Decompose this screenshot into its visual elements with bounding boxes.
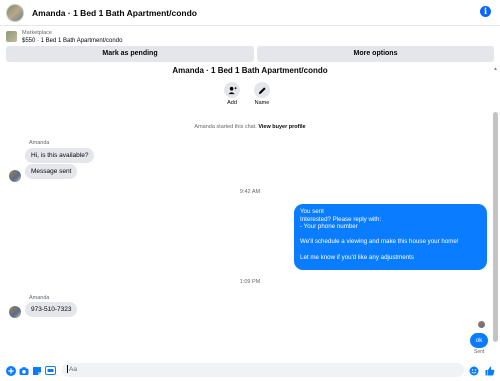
camera-icon[interactable] bbox=[18, 365, 29, 376]
chat-scrollbar[interactable] bbox=[493, 112, 498, 342]
outgoing-line: Let me know if you'd like any adjustment… bbox=[300, 253, 414, 261]
outgoing-message[interactable]: ok bbox=[470, 333, 488, 348]
plus-icon[interactable] bbox=[5, 365, 16, 376]
sender-avatar[interactable] bbox=[9, 170, 21, 182]
outgoing-line: Interested? Please reply with: bbox=[300, 215, 382, 223]
incoming-message[interactable]: Message sent bbox=[25, 164, 78, 179]
text-caret bbox=[67, 365, 68, 374]
timestamp: 1:09 PM bbox=[239, 279, 261, 285]
chat-started-notice: Amanda started this chat. View buyer pro… bbox=[0, 124, 500, 130]
outgoing-line: We'll schedule a viewing and make this h… bbox=[300, 238, 459, 246]
message-composer: Aa bbox=[0, 360, 500, 381]
timestamp: 9:42 AM bbox=[239, 189, 261, 195]
add-label: Add bbox=[227, 100, 237, 106]
add-person-icon bbox=[224, 82, 240, 98]
sender-name: Amanda bbox=[29, 140, 50, 146]
incoming-message[interactable]: 973-510-7323 bbox=[25, 302, 78, 317]
sender-name: Amanda bbox=[29, 295, 50, 301]
incoming-message[interactable]: Hi, is this available? bbox=[25, 148, 95, 163]
emoji-icon[interactable] bbox=[468, 365, 479, 376]
thumbs-up-icon[interactable] bbox=[484, 365, 495, 376]
chat-transcript: ▲ Amanda · 1 Bed 1 Bath Apartment/condo … bbox=[0, 0, 500, 360]
add-contact-action[interactable]: Add bbox=[217, 82, 247, 106]
name-label: Name bbox=[254, 100, 270, 106]
outgoing-line: You sent bbox=[300, 208, 324, 215]
message-input-placeholder: Aa bbox=[69, 366, 77, 373]
seen-avatar bbox=[478, 321, 485, 328]
message-status: Sent bbox=[474, 349, 485, 355]
outgoing-message[interactable]: You sent Interested? Please reply with: … bbox=[294, 204, 487, 270]
chat-started-text: Amanda started this chat. bbox=[194, 124, 257, 130]
sender-avatar[interactable] bbox=[9, 306, 21, 318]
gif-icon[interactable] bbox=[45, 365, 56, 376]
view-buyer-profile-link[interactable]: View buyer profile bbox=[258, 124, 305, 130]
chat-intro-title: Amanda · 1 Bed 1 Bath Apartment/condo bbox=[172, 66, 328, 75]
pencil-icon bbox=[254, 82, 270, 98]
outgoing-line: - Your phone number bbox=[300, 223, 358, 231]
message-input[interactable]: Aa bbox=[62, 363, 464, 377]
sticker-icon[interactable] bbox=[31, 365, 42, 376]
edit-name-action[interactable]: Name bbox=[247, 82, 277, 106]
